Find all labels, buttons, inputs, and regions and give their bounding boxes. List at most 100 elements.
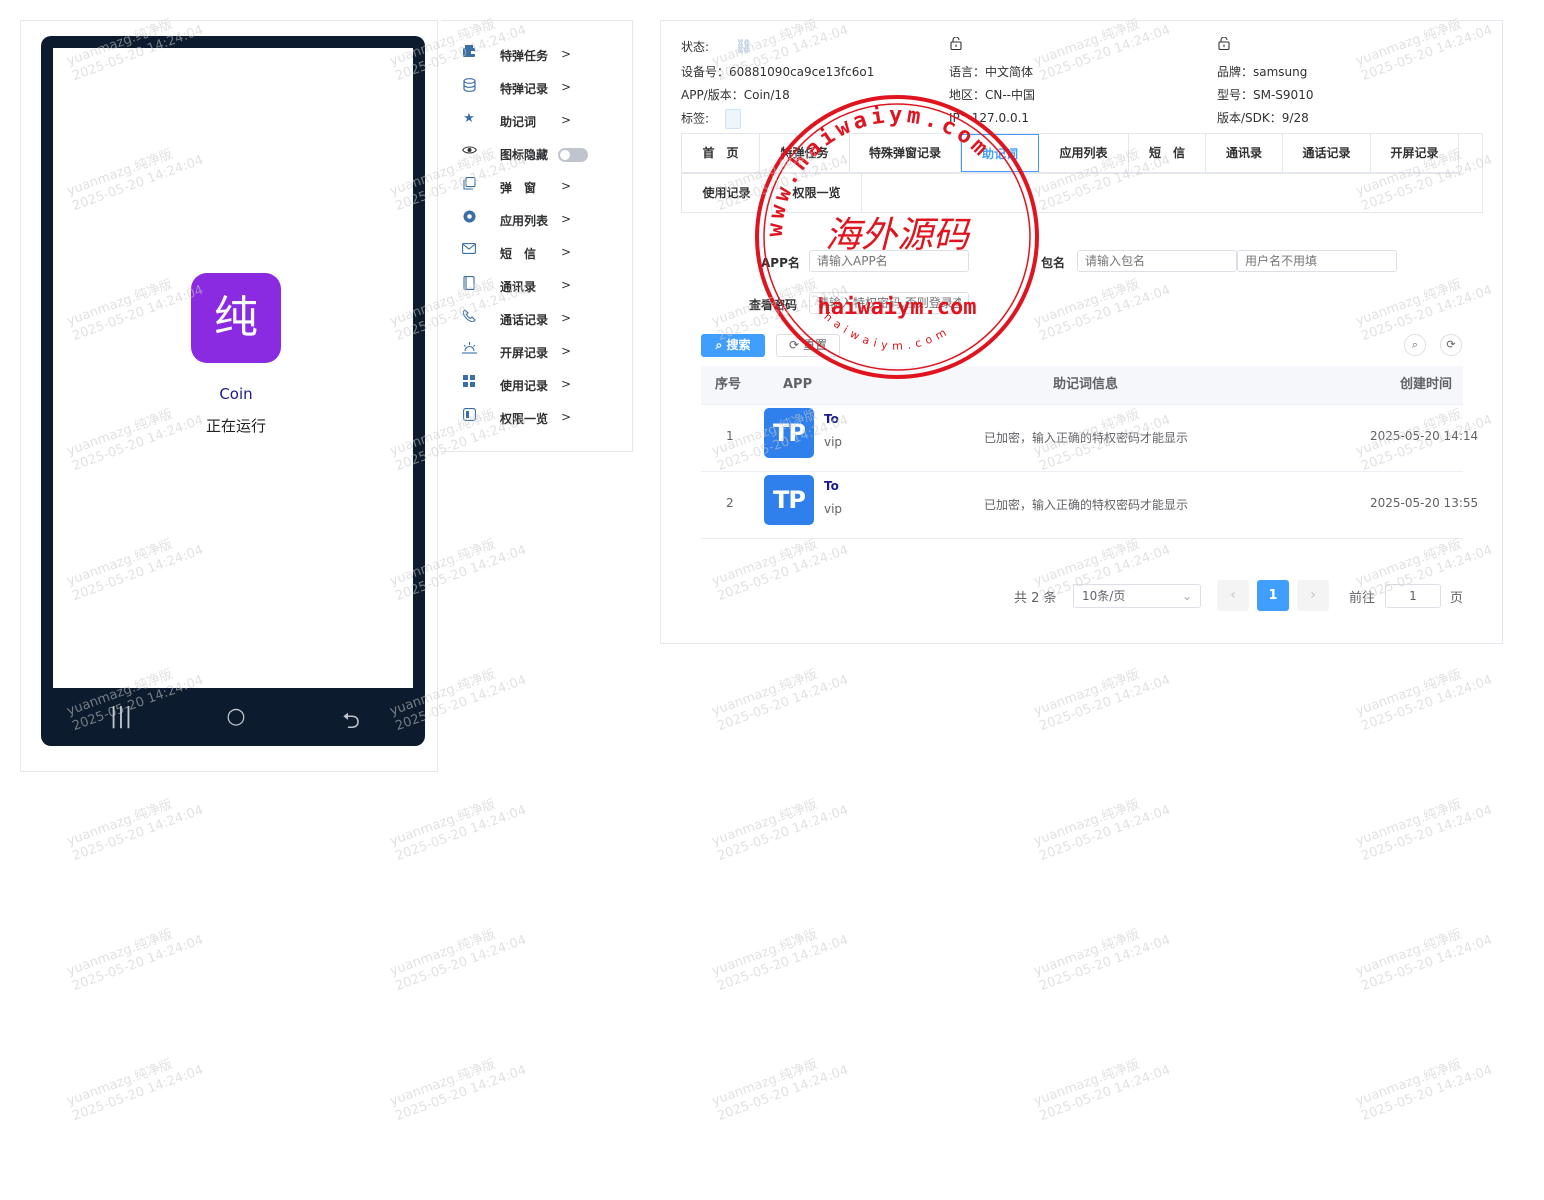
link-icon[interactable]: ⛓ xyxy=(735,39,753,55)
chevron-right-icon: > xyxy=(561,113,572,127)
menu-label: 图标隐藏 xyxy=(500,148,549,162)
tag-badge[interactable] xyxy=(724,109,741,129)
watermark: yuanmazg.纯净版 2025-05-20 14:24:04 xyxy=(710,927,851,995)
table-row[interactable]: 1 TP To vip 已加密，输入正确的特权密码才能显示 2025-05-20… xyxy=(701,404,1478,472)
tab-contacts[interactable]: 通讯录 xyxy=(1206,134,1283,172)
chevron-right-icon: > xyxy=(561,80,572,94)
eye-icon xyxy=(461,144,477,160)
menu-label: 通讯录 xyxy=(500,280,537,294)
toggle-search-icon[interactable]: ⌕ xyxy=(1404,334,1426,356)
chevron-right-icon: > xyxy=(561,410,572,424)
status-row: 状态: ⛓ xyxy=(681,38,753,55)
chevron-right-icon: > xyxy=(561,278,572,292)
menu-item-contacts[interactable]: 通讯录 > xyxy=(441,276,631,309)
page-size-select[interactable]: 10条/页 ⌄ xyxy=(1073,584,1201,608)
stamp-domain-text: haiwaiym.com xyxy=(818,295,977,320)
watermark: yuanmazg.纯净版 2025-05-20 14:24:04 xyxy=(388,927,529,995)
menu-item-usage-record[interactable]: 使用记录 > xyxy=(441,375,631,408)
stamp-center-text: 海外源码 xyxy=(825,215,971,256)
unlock-icon[interactable] xyxy=(1218,36,1230,51)
back-icon[interactable]: ⮌ xyxy=(331,704,371,742)
chevron-right-icon: > xyxy=(561,311,572,325)
package-label: 包名 xyxy=(1041,256,1066,270)
brand: 品牌：samsung xyxy=(1217,65,1308,79)
tab-home[interactable]: 首 页 xyxy=(682,134,760,172)
recent-apps-icon[interactable]: ||| xyxy=(101,704,141,729)
app-icon: 纯 xyxy=(191,273,281,363)
column-created-time: 创建时间 xyxy=(1400,377,1453,392)
menu-label: 特弹记录 xyxy=(500,82,549,96)
app-status: 正在运行 xyxy=(205,417,266,435)
row-mnemonic-info: 已加密，输入正确的特权密码才能显示 xyxy=(984,431,1189,445)
watermark: yuanmazg.纯净版 2025-05-20 14:24:04 xyxy=(710,1057,851,1125)
unlock-icon[interactable] xyxy=(950,36,962,51)
menu-item-hide-icon: 图标隐藏 xyxy=(441,144,631,177)
tab-call-log[interactable]: 通话记录 xyxy=(1283,134,1371,172)
column-index: 序号 xyxy=(715,377,742,392)
menu-item-sms[interactable]: 短 信 > xyxy=(441,243,631,276)
grid-icon xyxy=(461,375,477,391)
phone-frame: 纯 Coin 正在运行 ||| ○ ⮌ xyxy=(41,36,425,746)
menu-label: 开屏记录 xyxy=(500,346,549,360)
row-app-title: To xyxy=(824,412,839,426)
chevron-right-icon: > xyxy=(561,47,572,61)
watermark: yuanmazg.纯净版 2025-05-20 14:24:04 xyxy=(1032,667,1173,735)
goto-page-input[interactable]: 1 xyxy=(1385,584,1441,608)
row-index: 1 xyxy=(726,429,734,443)
menu-item-popup[interactable]: 弹 窗 > xyxy=(441,177,631,210)
tab-splash-record[interactable]: 开屏记录 xyxy=(1371,134,1459,172)
hide-icon-toggle[interactable] xyxy=(558,148,588,162)
table-row[interactable]: 2 TP To vip 已加密，输入正确的特权密码才能显示 2025-05-20… xyxy=(701,471,1478,539)
menu-label: 权限一览 xyxy=(500,412,549,426)
refresh-table-icon[interactable]: ⟳ xyxy=(1440,334,1462,356)
row-app-title: To xyxy=(824,479,839,493)
search-icon: ⌕ xyxy=(715,338,723,352)
star-icon: ★ xyxy=(463,111,475,126)
menu-item-permissions[interactable]: 权限一览 > xyxy=(441,408,631,441)
watermark: yuanmazg.纯净版 2025-05-20 14:24:04 xyxy=(1354,667,1495,735)
device-id: 设备号：60881090ca9ce13fc6o1 xyxy=(681,65,875,79)
row-created-time: 2025-05-20 13:55 xyxy=(1370,496,1479,510)
menu-item-splash-record[interactable]: 开屏记录 > xyxy=(441,342,631,375)
switch-icon xyxy=(461,408,477,424)
menu-label: 短 信 xyxy=(500,247,537,261)
tag-label: 标签: xyxy=(681,111,710,126)
menu-label: 特弹任务 xyxy=(500,49,549,63)
menu-item-app-list[interactable]: 应用列表 > xyxy=(441,210,631,243)
tab-app-list[interactable]: 应用列表 xyxy=(1039,134,1129,172)
sunrise-icon xyxy=(461,342,477,358)
phone-screen: 纯 Coin 正在运行 xyxy=(53,48,413,688)
next-page-button[interactable]: › xyxy=(1297,580,1329,611)
package-input[interactable] xyxy=(1077,250,1237,272)
haiwaiym-stamp: www.haiwaiym.com 海外源码 haiwaiym.com haiwa… xyxy=(755,95,1039,379)
menu-label: 通话记录 xyxy=(500,313,549,327)
watermark: yuanmazg.纯净版 2025-05-20 14:24:04 xyxy=(65,927,206,995)
row-app-sub: vip xyxy=(824,435,843,449)
wallet-icon xyxy=(461,45,477,61)
menu-label: 使用记录 xyxy=(500,379,549,393)
chrome-icon xyxy=(461,210,477,226)
menu-item-mnemonic[interactable]: ★ 助记词 > xyxy=(441,111,631,144)
menu-item-special-record[interactable]: 特弹记录 > xyxy=(441,78,631,111)
chevron-right-icon: > xyxy=(561,212,572,226)
tokenpocket-logo: TP xyxy=(764,408,814,458)
page-number-current[interactable]: 1 xyxy=(1257,580,1289,611)
watermark: yuanmazg.纯净版 2025-05-20 14:24:04 xyxy=(65,1057,206,1125)
row-created-time: 2025-05-20 14:14 xyxy=(1370,429,1479,443)
database-icon xyxy=(461,78,477,94)
username-input[interactable] xyxy=(1237,250,1397,272)
phone-nav-bar: ||| ○ ⮌ xyxy=(41,696,425,746)
menu-label: 应用列表 xyxy=(500,214,549,228)
mail-icon xyxy=(461,243,477,259)
watermark: yuanmazg.纯净版 2025-05-20 14:24:04 xyxy=(388,797,529,865)
menu-item-call-log[interactable]: 通话记录 > xyxy=(441,309,631,342)
tab-sms[interactable]: 短 信 xyxy=(1129,134,1206,172)
watermark: yuanmazg.纯净版 2025-05-20 14:24:04 xyxy=(710,667,851,735)
prev-page-button[interactable]: ‹ xyxy=(1217,580,1249,611)
row-mnemonic-info: 已加密，输入正确的特权密码才能显示 xyxy=(984,498,1189,512)
watermark: yuanmazg.纯净版 2025-05-20 14:24:04 xyxy=(1032,1057,1173,1125)
row-app-sub: vip xyxy=(824,502,843,516)
search-button-label: 搜索 xyxy=(726,338,751,352)
home-icon[interactable]: ○ xyxy=(216,704,256,729)
menu-item-special-task[interactable]: 特弹任务 > xyxy=(441,45,631,78)
